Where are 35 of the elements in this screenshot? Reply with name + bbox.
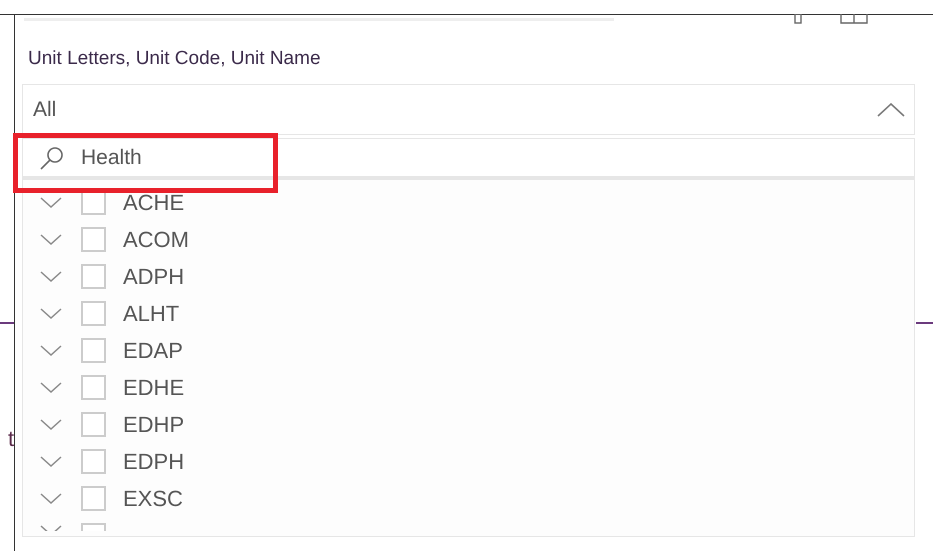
checkbox[interactable]: [81, 227, 106, 252]
item-label[interactable]: ADPH: [123, 260, 184, 293]
chevron-down-icon[interactable]: [39, 417, 63, 432]
search-icon: [39, 144, 65, 170]
window-control-icon[interactable]: [793, 14, 803, 24]
checkbox[interactable]: [81, 264, 106, 289]
search-input[interactable]: Health: [81, 142, 781, 174]
selected-value: All: [33, 96, 56, 123]
checkbox[interactable]: [81, 412, 106, 437]
item-label[interactable]: EDHP: [123, 408, 184, 441]
chevron-up-icon[interactable]: [876, 102, 906, 118]
item-label[interactable]: EDHE: [123, 371, 184, 404]
item-label[interactable]: EXSC: [123, 482, 183, 515]
checkbox[interactable]: [81, 486, 106, 511]
item-label[interactable]: EDPH: [123, 445, 184, 478]
chevron-down-icon[interactable]: [39, 195, 63, 210]
slicer-title: Unit Letters, Unit Code, Unit Name: [27, 47, 321, 71]
checkbox[interactable]: [81, 375, 106, 400]
chevron-down-icon[interactable]: [39, 343, 63, 358]
chevron-down-icon[interactable]: [39, 454, 63, 469]
item-label[interactable]: ALHT: [123, 297, 180, 330]
checkbox[interactable]: [81, 338, 106, 363]
background-text: t: [8, 428, 14, 450]
chevron-down-icon[interactable]: [39, 491, 63, 506]
chevron-down-icon[interactable]: [39, 269, 63, 284]
chevron-down-icon[interactable]: [39, 380, 63, 395]
item-label[interactable]: ACOM: [123, 223, 189, 256]
dropdown-header[interactable]: All: [22, 84, 915, 135]
chevron-down-icon[interactable]: [39, 306, 63, 321]
item-label[interactable]: EDAP: [123, 334, 183, 367]
chevron-down-icon[interactable]: [39, 232, 63, 247]
item-label[interactable]: ACHE: [123, 186, 184, 219]
layout-icon[interactable]: [840, 14, 868, 24]
checkbox[interactable]: [81, 449, 106, 474]
checkbox[interactable]: [81, 301, 106, 326]
